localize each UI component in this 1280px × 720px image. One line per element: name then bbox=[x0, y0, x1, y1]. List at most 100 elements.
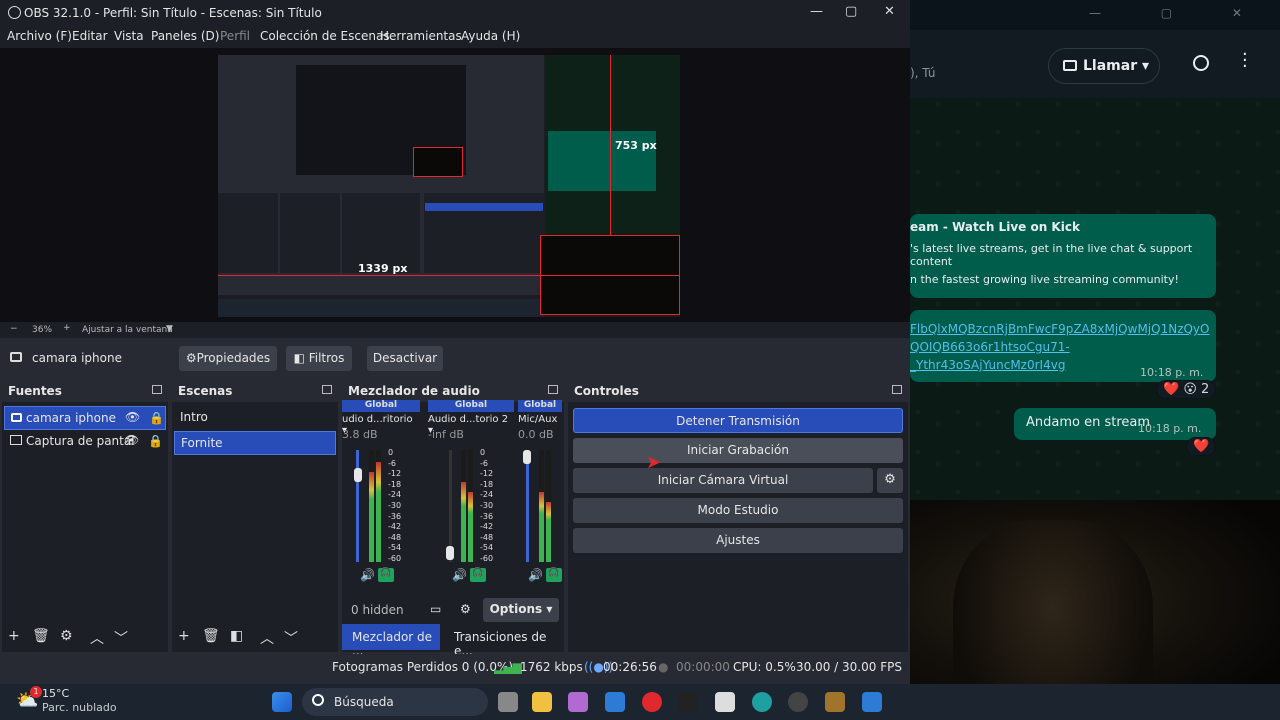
trash-icon[interactable]: 🗑 bbox=[202, 628, 220, 644]
menu-perfil[interactable]: Perfil bbox=[220, 29, 250, 43]
start-icon[interactable] bbox=[272, 692, 292, 712]
more-options-icon[interactable]: · · · bbox=[1242, 46, 1248, 76]
copilot-icon[interactable] bbox=[568, 692, 588, 712]
speaker-icon[interactable]: 🔊 bbox=[360, 568, 375, 582]
search-icon[interactable] bbox=[1193, 55, 1209, 71]
menu-ayuda[interactable]: Ayuda (H) bbox=[461, 29, 520, 43]
undock-icon[interactable] bbox=[892, 385, 902, 394]
gear-icon[interactable]: ⚙ bbox=[877, 468, 903, 493]
tab-transitions[interactable]: Transiciones de e... bbox=[448, 624, 560, 658]
add-source-icon[interactable]: + bbox=[8, 628, 20, 644]
reaction[interactable]: ❤️ bbox=[1186, 437, 1217, 456]
eye-icon[interactable]: 👁 bbox=[124, 433, 139, 447]
volume-slider[interactable] bbox=[526, 450, 529, 562]
undock-icon[interactable] bbox=[152, 385, 162, 394]
studio-mode-button[interactable]: Modo Estudio bbox=[573, 498, 903, 523]
chevron-down-icon[interactable]: ▼ bbox=[166, 324, 173, 334]
start-recording-button[interactable]: Iniciar Grabación bbox=[573, 438, 903, 463]
gear-icon[interactable]: ⚙ bbox=[60, 628, 73, 644]
menu-coleccion[interactable]: Colección de Escenas bbox=[260, 29, 390, 43]
settings-button[interactable]: Ajustes bbox=[573, 528, 903, 553]
chrome-icon[interactable] bbox=[642, 692, 662, 712]
scene-item-fornite[interactable]: Fornite bbox=[174, 431, 336, 455]
source-item-camara[interactable]: camara iphone 👁 🔒 bbox=[4, 406, 166, 430]
zoom-bar: − 36% + Ajustar a la ventana ▼ bbox=[0, 322, 910, 338]
cpu-usage: CPU: 0.5% bbox=[733, 660, 796, 674]
volume-knob[interactable] bbox=[354, 468, 362, 482]
app-icon-2[interactable] bbox=[862, 692, 882, 712]
virtual-camera-button[interactable]: Iniciar Cámara Virtual bbox=[573, 468, 873, 493]
scenes-title: Escenas bbox=[178, 384, 233, 398]
message-bubble-link: FlbQlxMQBzcnRjBmFwcF9pZA8xMjQwMjQ1NzQyO … bbox=[910, 310, 1216, 382]
menu-editar[interactable]: Editar bbox=[72, 29, 108, 43]
call-button[interactable]: Llamar ▾ bbox=[1048, 48, 1160, 84]
channel-name[interactable]: Mic/Aux bbox=[518, 412, 562, 428]
message-link-2[interactable]: QOIQB663o6r1htsoCgu71- bbox=[910, 338, 1216, 356]
add-scene-icon[interactable]: + bbox=[178, 628, 190, 644]
channel-name[interactable]: Audio d...torio 2 ▾ bbox=[428, 412, 514, 436]
lock-icon[interactable]: 🔒 bbox=[149, 411, 164, 425]
menu-vista[interactable]: Vista bbox=[114, 29, 144, 43]
message-bubble-own: Andamo en stream 10:18 p. m. bbox=[1014, 408, 1216, 440]
minimize-icon[interactable]: — bbox=[810, 4, 823, 19]
menu-archivo[interactable]: Archivo (F) bbox=[7, 29, 72, 43]
zoom-in-icon[interactable]: + bbox=[63, 323, 71, 333]
fps: 30.00 / 30.00 FPS bbox=[796, 660, 902, 674]
headphones-icon[interactable]: 🎧 bbox=[470, 568, 486, 582]
app-icon[interactable] bbox=[825, 692, 845, 712]
store-icon[interactable] bbox=[605, 692, 625, 712]
epic-games-icon[interactable] bbox=[678, 692, 698, 712]
tab-audio-mixer[interactable]: Mezclador de ... bbox=[342, 624, 440, 658]
video-icon bbox=[1063, 60, 1077, 71]
filter-icon[interactable]: ◧ bbox=[230, 628, 243, 644]
search-box[interactable]: Búsqueda bbox=[302, 688, 488, 716]
window-controls[interactable]: — ▢ ✕ bbox=[1089, 6, 1270, 20]
properties-button[interactable]: ⚙Propiedades bbox=[179, 346, 277, 371]
zoom-fit[interactable]: Ajustar a la ventana bbox=[82, 325, 173, 335]
close-icon[interactable]: ✕ bbox=[884, 4, 895, 19]
move-up-icon[interactable]: ︿ bbox=[260, 628, 274, 648]
menu-herramientas[interactable]: Herramientas bbox=[380, 29, 462, 43]
task-view-icon[interactable] bbox=[498, 692, 518, 712]
obs-taskbar-icon[interactable] bbox=[788, 692, 808, 712]
headphones-icon[interactable]: 🎧 bbox=[378, 568, 394, 582]
preview-canvas[interactable]: 1339 px 753 px bbox=[0, 48, 910, 322]
source-toolbar: camara iphone ⚙Propiedades ◧ Filtros Des… bbox=[0, 338, 910, 380]
undock-icon[interactable] bbox=[548, 385, 558, 394]
taskbar: ⛅ 1 15°C Parc. nublado Búsqueda bbox=[0, 684, 1280, 720]
stop-stream-button[interactable]: Detener Transmisión bbox=[573, 408, 903, 433]
scene-item-intro[interactable]: Intro bbox=[174, 406, 336, 430]
channel-name[interactable]: udio d...ritorio ▾ bbox=[342, 412, 420, 436]
menu-paneles[interactable]: Paneles (D) bbox=[151, 29, 219, 43]
options-button[interactable]: Options ▾ bbox=[483, 598, 559, 622]
capcut-icon[interactable] bbox=[715, 692, 735, 712]
layout-icon[interactable]: ▭ bbox=[430, 602, 441, 616]
deactivate-button[interactable]: Desactivar bbox=[367, 346, 443, 371]
volume-slider[interactable] bbox=[356, 450, 359, 562]
move-down-icon[interactable]: ﹀ bbox=[114, 628, 128, 648]
volume-knob[interactable] bbox=[446, 546, 454, 560]
reactions[interactable]: ❤️ 😮 2 bbox=[1156, 380, 1217, 399]
volume-knob[interactable] bbox=[523, 450, 531, 464]
lock-icon[interactable]: 🔒 bbox=[148, 434, 163, 448]
move-up-icon[interactable]: ︿ bbox=[90, 628, 104, 648]
speaker-icon[interactable]: 🔊 bbox=[528, 568, 543, 582]
move-down-icon[interactable]: ﹀ bbox=[284, 628, 298, 648]
trash-icon[interactable]: 🗑 bbox=[32, 628, 50, 644]
title-bar: OBS 32.1.0 - Perfil: Sin Título - Escena… bbox=[0, 0, 910, 26]
file-explorer-icon[interactable] bbox=[532, 692, 552, 712]
headphones-icon[interactable]: 🎧 bbox=[546, 568, 562, 582]
source-item-captura[interactable]: Captura de pantal 👁 🔒 bbox=[4, 430, 166, 454]
status-bar: Fotogramas Perdidos 0 (0.0%) ▂▄▆ 1762 kb… bbox=[0, 654, 910, 680]
record-icon: ● bbox=[658, 660, 669, 674]
eye-icon[interactable]: 👁 bbox=[125, 410, 140, 424]
menu-bar: Archivo (F) Editar Vista Paneles (D) Per… bbox=[0, 26, 910, 48]
message-link-1[interactable]: FlbQlxMQBzcnRjBmFwcF9pZA8xMjQwMjQ1NzQyO bbox=[910, 320, 1216, 338]
filters-button[interactable]: ◧ Filtros bbox=[286, 346, 352, 371]
edge-icon[interactable] bbox=[752, 692, 772, 712]
maximize-icon[interactable]: ▢ bbox=[845, 4, 857, 19]
advanced-audio-icon[interactable]: ⚙ bbox=[460, 602, 471, 616]
zoom-out-icon[interactable]: − bbox=[10, 324, 18, 334]
speaker-icon[interactable]: 🔊 bbox=[452, 568, 467, 582]
undock-icon[interactable] bbox=[322, 385, 332, 394]
